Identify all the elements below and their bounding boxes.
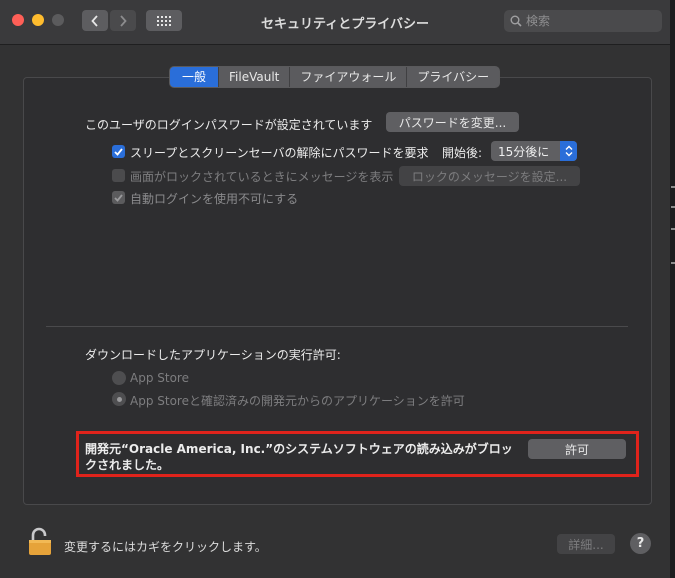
tab-firewall[interactable]: ファイアウォール [289, 67, 406, 87]
zoom-window-button[interactable] [52, 14, 64, 26]
window-title: セキュリティとプライバシー [261, 17, 429, 32]
minimize-window-button[interactable] [32, 14, 44, 26]
set-lock-message-button[interactable]: ロックのメッセージを設定... [399, 166, 580, 186]
password-delay-value: 15分後に [498, 144, 550, 159]
login-password-text: このユーザのログインパスワードが設定されています [85, 118, 373, 132]
checkmark-icon [114, 147, 123, 156]
show-all-button[interactable] [146, 10, 182, 31]
advanced-button[interactable]: 詳細... [557, 534, 615, 554]
lock-button[interactable] [28, 526, 52, 560]
tab-bar: 一般 FileVault ファイアウォール プライバシー [169, 66, 501, 88]
tab-general[interactable]: 一般 [170, 67, 219, 87]
search-field[interactable] [504, 10, 662, 32]
allow-button[interactable]: 許可 [528, 439, 626, 459]
downloads-heading: ダウンロードしたアプリケーションの実行許可: [85, 348, 341, 362]
tab-filevault[interactable]: FileVault [218, 67, 289, 87]
change-password-button[interactable]: パスワードを変更... [386, 112, 519, 132]
forward-button[interactable] [110, 10, 136, 31]
close-window-button[interactable] [12, 14, 24, 26]
updown-arrows-icon [560, 141, 577, 161]
search-icon [510, 15, 522, 27]
tab-privacy[interactable]: プライバシー [406, 67, 499, 87]
unlocked-padlock-icon [29, 527, 51, 555]
lock-message: 変更するにはカギをクリックします。 [64, 540, 267, 554]
blocked-extension-message: 開発元“Oracle America, Inc.”のシステムソフトウェアの読み込… [85, 442, 513, 472]
disable-autologin-checkbox[interactable] [112, 191, 125, 204]
lock-message-checkbox[interactable] [112, 169, 125, 182]
preferences-window: セキュリティとプライバシー 一般 FileVault ファイアウォール プライバ… [0, 0, 670, 578]
require-password-checkbox[interactable] [112, 145, 125, 158]
checkmark-icon [114, 193, 123, 202]
help-button[interactable]: ? [630, 533, 651, 554]
identified-developers-option-label: App Storeと確認済みの開発元からのアプリケーションを許可 [130, 394, 465, 408]
app-store-option-label: App Store [130, 371, 189, 385]
identified-developers-radio[interactable] [112, 392, 126, 406]
app-store-radio[interactable] [112, 371, 126, 385]
disable-autologin-label: 自動ログインを使用不可にする [130, 192, 299, 206]
require-password-label: スリープとスクリーンセーバの解除にパスワードを要求 [130, 146, 429, 160]
title-bar: セキュリティとプライバシー [0, 0, 670, 45]
search-input[interactable] [526, 14, 651, 28]
chevron-right-icon [120, 14, 127, 27]
back-button[interactable] [82, 10, 108, 31]
grid-icon [157, 15, 171, 26]
section-divider [46, 326, 628, 327]
background-window-edge [670, 0, 675, 578]
password-delay-select[interactable]: 15分後に [491, 141, 577, 161]
after-label: 開始後: [442, 146, 483, 160]
lock-message-label: 画面がロックされているときにメッセージを表示 [130, 170, 394, 184]
chevron-left-icon [91, 14, 98, 27]
